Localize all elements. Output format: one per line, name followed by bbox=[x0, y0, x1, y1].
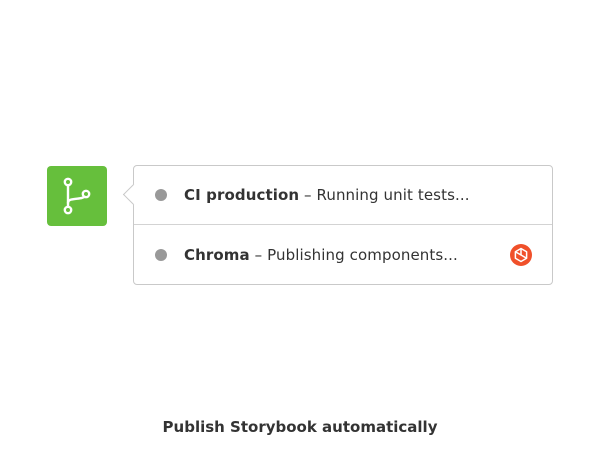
chroma-logo-icon bbox=[510, 243, 532, 266]
status-row-ci-production[interactable]: CI production – Running unit tests... bbox=[134, 166, 552, 225]
check-name: CI production bbox=[184, 186, 300, 204]
stage: CI production – Running unit tests... Ch… bbox=[0, 0, 600, 450]
git-branch-badge bbox=[47, 166, 107, 226]
status-dot-icon bbox=[155, 248, 167, 261]
check-name: Chroma bbox=[184, 245, 250, 264]
page-caption: Publish Storybook automatically bbox=[162, 418, 438, 436]
check-separator: – bbox=[299, 186, 317, 204]
git-branch-icon bbox=[63, 177, 91, 215]
status-dot-icon bbox=[155, 189, 167, 201]
status-row-text: Chroma – Publishing components... bbox=[184, 246, 458, 264]
status-row-chroma[interactable]: Chroma – Publishing components... bbox=[134, 225, 552, 284]
check-separator: – bbox=[249, 245, 268, 264]
status-row-text: CI production – Running unit tests... bbox=[184, 186, 470, 204]
check-status: Publishing components... bbox=[267, 245, 458, 264]
check-status: Running unit tests... bbox=[316, 186, 470, 204]
ci-status-panel: CI production – Running unit tests... Ch… bbox=[122, 165, 553, 285]
